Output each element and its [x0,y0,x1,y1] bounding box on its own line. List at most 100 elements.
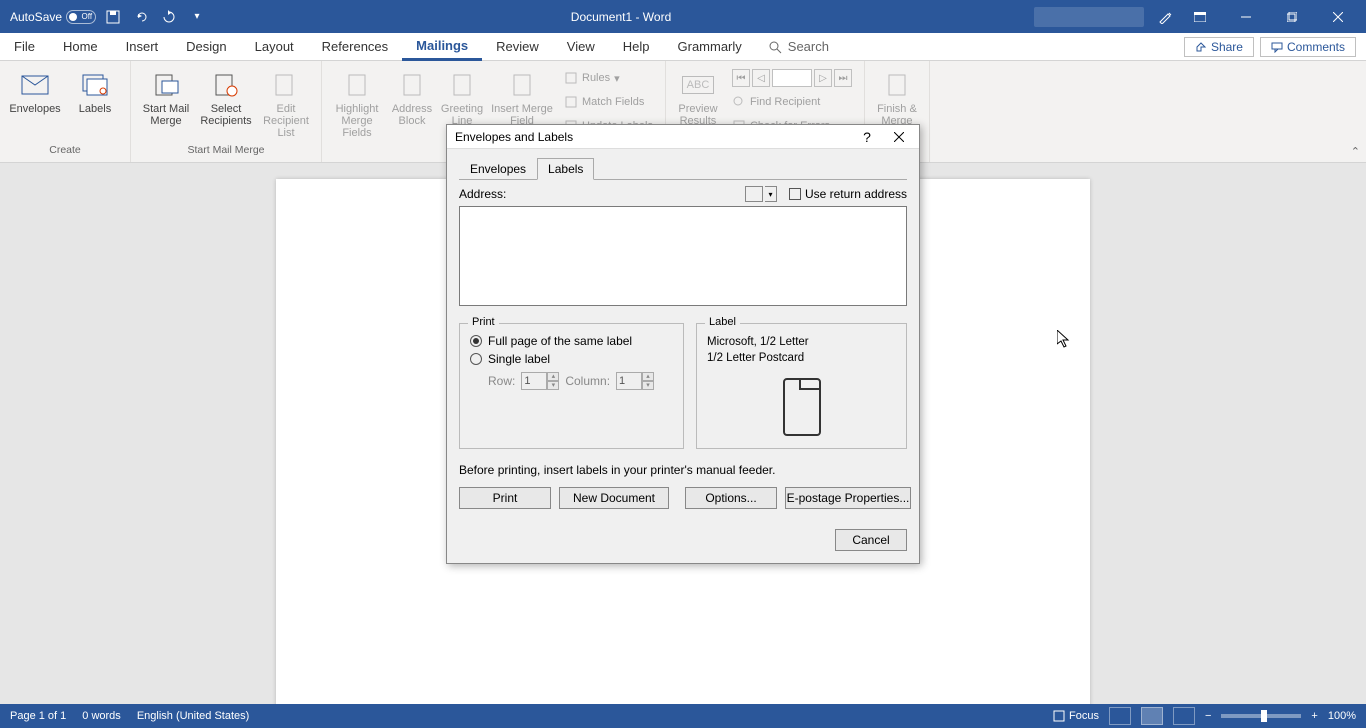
col-spinbox: ▴▾ [616,372,654,390]
redo-icon[interactable] [158,6,180,28]
envelopes-labels-dialog: Envelopes and Labels ? Envelopes Labels … [446,124,920,564]
row-down: ▾ [547,381,559,390]
match-fields-button: Match Fields [564,91,653,113]
edit-list-icon [270,69,302,101]
labels-icon [79,69,111,101]
select-recipients-button[interactable]: Select Recipients [197,65,255,144]
menu-grammarly[interactable]: Grammarly [664,33,756,61]
radio-full-page[interactable] [470,335,482,347]
col-label: Column: [565,374,610,388]
address-block-button: Address Block [388,65,436,144]
recipients-icon [210,69,242,101]
comments-button[interactable]: Comments [1260,37,1356,57]
document-title: Document1 - Word [208,10,1034,24]
start-mail-merge-button[interactable]: Start Mail Merge [137,65,195,144]
address-book-dropdown[interactable]: ▾ [765,186,777,202]
close-icon [894,132,904,142]
coming-soon-icon[interactable] [1154,6,1176,28]
tab-envelopes[interactable]: Envelopes [459,158,537,180]
qat-customize-icon[interactable]: ▾ [186,6,208,28]
edit-recipient-list-button: Edit Recipient List [257,65,315,144]
label-line2: 1/2 Letter Postcard [707,350,896,366]
row-spinbox: ▴▾ [521,372,559,390]
label-legend: Label [705,316,740,328]
print-button[interactable]: Print [459,487,551,509]
record-number-input [772,69,812,87]
autosave-toggle[interactable]: AutoSave Off [10,10,96,24]
language-indicator[interactable]: English (United States) [137,710,250,722]
dialog-help-button[interactable]: ? [855,127,879,147]
menu-design[interactable]: Design [172,33,240,61]
options-button[interactable]: Options... [685,487,777,509]
cancel-button[interactable]: Cancel [835,529,907,551]
new-document-button[interactable]: New Document [559,487,669,509]
printer-note: Before printing, insert labels in your p… [459,463,907,477]
find-recipient-button: Find Recipient [732,91,852,113]
search-box[interactable]: Search [756,39,841,54]
rules-icon [564,71,578,85]
labels-button[interactable]: Labels [66,65,124,144]
prev-record-icon: ◁ [752,69,770,87]
rules-button: Rules ▾ [564,67,653,89]
last-record-icon: ⏭ [834,69,852,87]
save-icon[interactable] [102,6,124,28]
menu-bar: File Home Insert Design Layout Reference… [0,33,1366,61]
tab-labels[interactable]: Labels [537,158,594,180]
menu-review[interactable]: Review [482,33,553,61]
mail-merge-icon [150,69,182,101]
menu-view[interactable]: View [553,33,609,61]
zoom-out-button[interactable]: − [1205,710,1211,722]
radio-single-label[interactable] [470,353,482,365]
autosave-switch[interactable]: Off [66,10,96,24]
menu-insert[interactable]: Insert [112,33,173,61]
preview-icon: ABC [682,69,714,101]
menu-layout[interactable]: Layout [241,33,308,61]
focus-mode[interactable]: Focus [1053,710,1099,722]
finish-icon [881,69,913,101]
menu-references[interactable]: References [308,33,402,61]
restore-button[interactable] [1270,0,1314,33]
highlight-icon [341,69,373,101]
address-book-icon[interactable] [745,186,763,202]
share-button[interactable]: Share [1184,37,1254,57]
address-block-icon [396,69,428,101]
collapse-ribbon-icon[interactable]: ⌃ [1351,145,1360,158]
read-mode-icon[interactable] [1109,707,1131,725]
dialog-titlebar[interactable]: Envelopes and Labels ? [447,125,919,149]
zoom-level[interactable]: 100% [1328,710,1356,722]
address-textarea[interactable] [459,206,907,306]
zoom-in-button[interactable]: + [1311,710,1317,722]
print-fieldset: Print Full page of the same label Single… [459,323,684,449]
ribbon-display-icon[interactable] [1178,0,1222,33]
epostage-button[interactable]: E-postage Properties... [785,487,911,509]
close-button[interactable] [1316,0,1360,33]
web-layout-icon[interactable] [1173,707,1195,725]
col-input [616,372,642,390]
greeting-icon [446,69,478,101]
page-indicator[interactable]: Page 1 of 1 [10,710,66,722]
find-icon [732,95,746,109]
match-icon [564,95,578,109]
group-create-label: Create [6,144,124,162]
menu-help[interactable]: Help [609,33,664,61]
print-layout-icon[interactable] [1141,707,1163,725]
dialog-close-button[interactable] [887,127,911,147]
row-input [521,372,547,390]
menu-file[interactable]: File [0,33,49,61]
row-label: Row: [488,374,515,388]
user-account[interactable] [1034,7,1144,27]
status-bar: Page 1 of 1 0 words English (United Stat… [0,704,1366,728]
dialog-title: Envelopes and Labels [455,130,573,144]
use-return-checkbox[interactable] [789,188,801,200]
minimize-button[interactable] [1224,0,1268,33]
envelopes-button[interactable]: Envelopes [6,65,64,144]
menu-mailings[interactable]: Mailings [402,33,482,61]
share-icon [1195,41,1207,53]
menu-home[interactable]: Home [49,33,112,61]
zoom-slider[interactable] [1221,714,1301,718]
undo-icon[interactable] [130,6,152,28]
record-nav: ⏮ ◁ ▷ ⏭ [732,67,852,89]
comments-icon [1271,41,1283,53]
word-count[interactable]: 0 words [82,710,121,722]
label-fieldset[interactable]: Label Microsoft, 1/2 Letter 1/2 Letter P… [696,323,907,449]
